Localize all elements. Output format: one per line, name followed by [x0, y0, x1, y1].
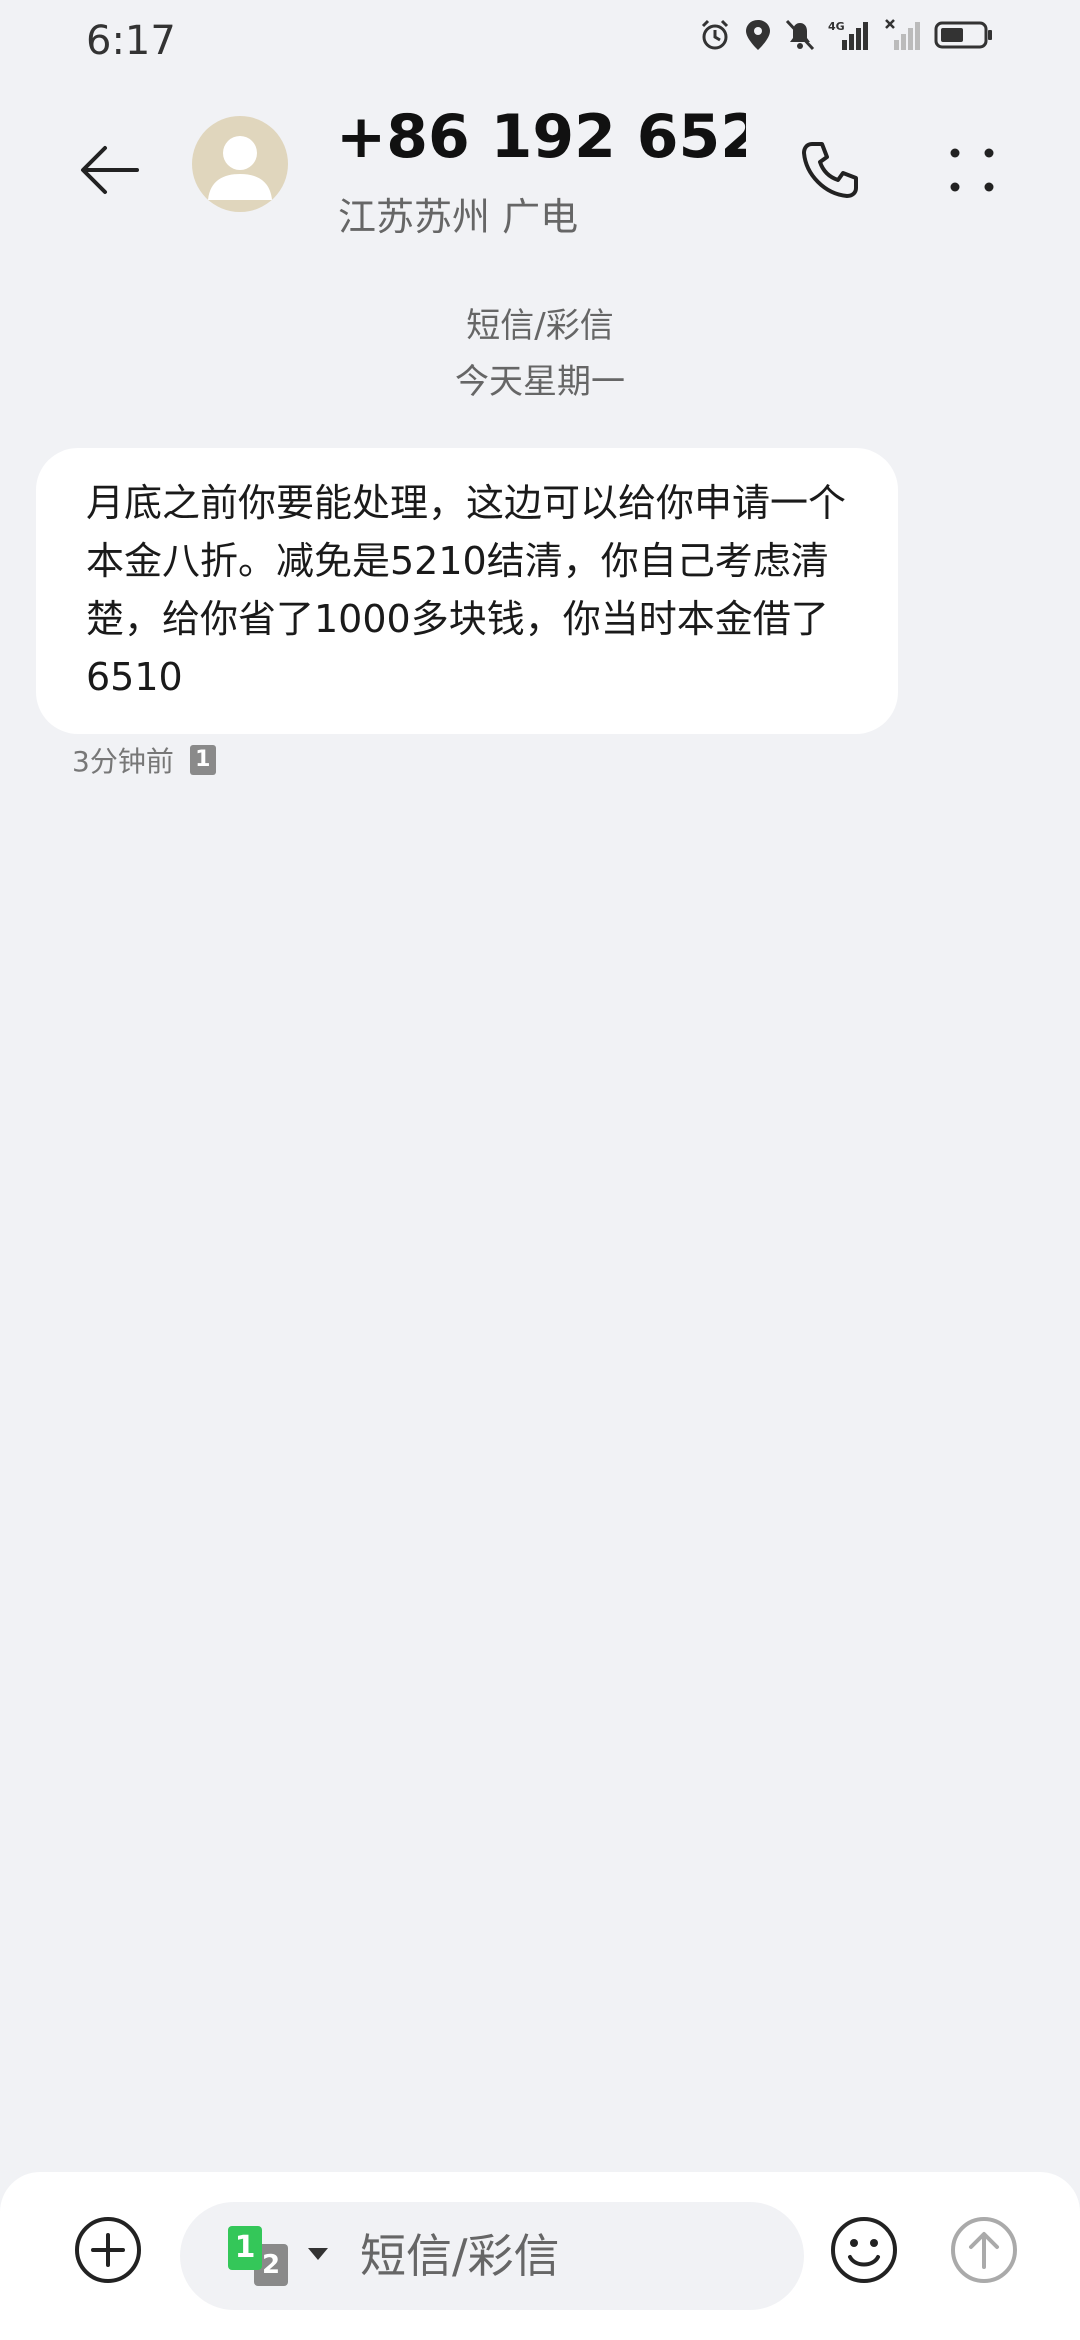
- message-time: 3分钟前: [72, 745, 174, 778]
- location-icon: [744, 18, 772, 52]
- message-bubble[interactable]: 月底之前你要能处理，这边可以给你申请一个本金八折。减免是5210结清，你自己考虑…: [36, 448, 898, 734]
- status-time: 6:17: [86, 18, 176, 64]
- date-label: 今天星期一: [455, 362, 625, 402]
- more-button[interactable]: [932, 130, 1012, 210]
- sim-selector[interactable]: 2 1: [228, 2226, 338, 2286]
- emoji-icon: [831, 2217, 897, 2283]
- contact-number[interactable]: +86 192 652...: [336, 102, 746, 172]
- emoji-button[interactable]: [826, 2212, 902, 2288]
- battery-icon: [934, 18, 994, 52]
- chevron-down-icon: [308, 2248, 328, 2260]
- alarm-icon: [698, 18, 732, 52]
- avatar-icon: [208, 136, 272, 200]
- avatar[interactable]: [192, 116, 288, 212]
- back-arrow-icon: [81, 146, 139, 194]
- signal-4g-icon: 4G: [828, 18, 872, 52]
- message-input[interactable]: [360, 2202, 780, 2310]
- more-icon: [950, 148, 994, 192]
- mute-icon: [784, 18, 816, 52]
- back-button[interactable]: [70, 130, 150, 210]
- message-meta: 3分钟前 1: [72, 740, 216, 780]
- contact-location: 江苏苏州 广电: [338, 195, 579, 239]
- sim1-badge: 1: [228, 2226, 262, 2270]
- send-button[interactable]: [946, 2212, 1022, 2288]
- sim-badge: 1: [189, 745, 216, 775]
- conversation-header: +86 192 652... 江苏苏州 广电: [0, 100, 1080, 250]
- add-icon: [75, 2217, 141, 2283]
- compose-bar: 2 1: [0, 2172, 1080, 2340]
- phone-icon: [802, 142, 858, 198]
- signal-no-service-icon: [884, 18, 922, 52]
- message-input-container: 2 1: [180, 2202, 804, 2310]
- status-bar: 6:17 4G: [0, 0, 1080, 80]
- add-attachment-button[interactable]: [70, 2212, 146, 2288]
- svg-text:4G: 4G: [828, 20, 845, 33]
- channel-label: 短信/彩信: [466, 306, 614, 346]
- send-icon: [951, 2217, 1017, 2283]
- conversation-date-header: 短信/彩信 今天星期一: [0, 298, 1080, 410]
- status-icons: 4G: [698, 18, 994, 52]
- call-button[interactable]: [790, 130, 870, 210]
